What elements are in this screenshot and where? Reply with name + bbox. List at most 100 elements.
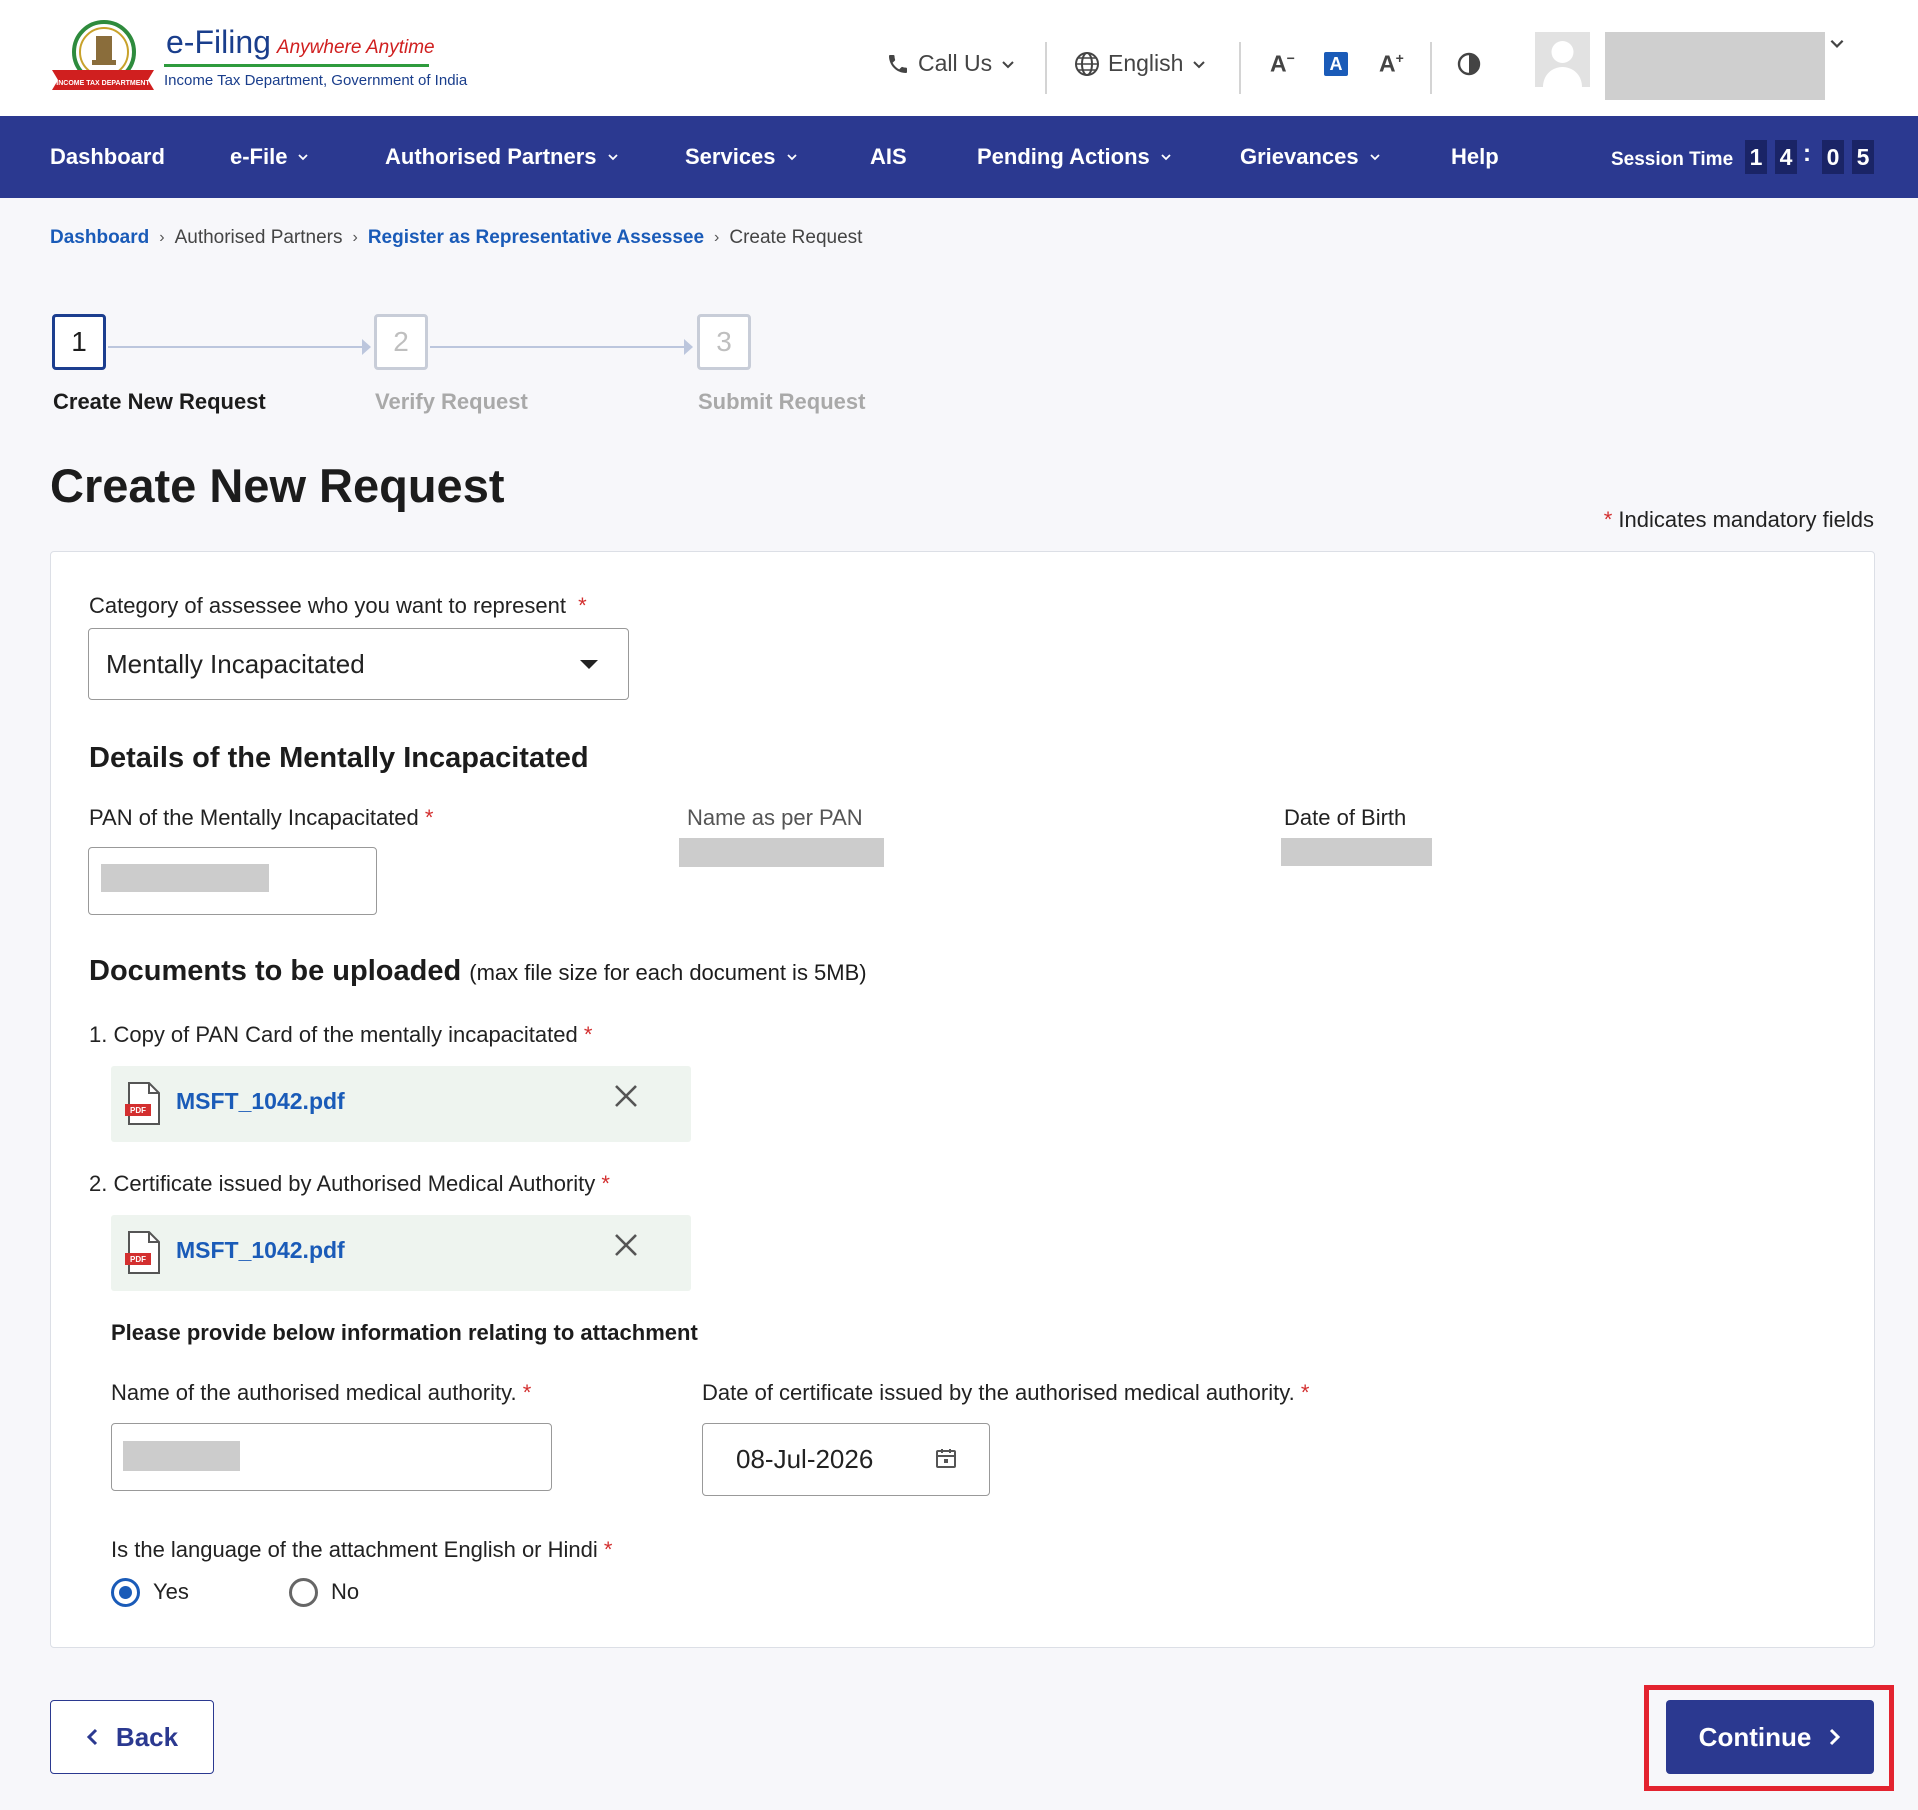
language-no-label[interactable]: No — [331, 1579, 359, 1605]
documents-heading: Documents to be uploaded (max file size … — [89, 955, 867, 988]
close-icon[interactable] — [611, 1230, 641, 1260]
efiling-logo[interactable]: INCOME TAX DEPARTMENT e-Filing Anywhere A… — [48, 16, 467, 96]
continue-button-label: Continue — [1698, 1721, 1812, 1752]
attachment-info-heading: Please provide below information relatin… — [111, 1320, 698, 1345]
step-1-label: Create New Request — [53, 389, 266, 414]
step-arrow-icon — [684, 339, 693, 355]
chevron-left-icon — [86, 1728, 97, 1746]
nav-authorised-partners[interactable]: Authorised Partners — [385, 144, 619, 170]
cert-date-value: 08-Jul-2026 — [736, 1444, 874, 1474]
continue-button[interactable]: Continue — [1666, 1700, 1874, 1774]
font-normal-button[interactable]: A — [1324, 52, 1348, 76]
emblem-ribbon-text: INCOME TAX DEPARTMENT — [56, 80, 150, 87]
user-name-redacted[interactable] — [1605, 32, 1825, 100]
category-label-text: Category of assessee who you want to rep… — [89, 593, 566, 618]
pdf-badge-text: PDF — [130, 1106, 146, 1115]
doc1-file-link[interactable]: MSFT_1042.pdf — [176, 1088, 345, 1115]
back-button-label: Back — [115, 1721, 179, 1752]
doc1-uploaded-file: PDF MSFT_1042.pdf — [111, 1066, 691, 1142]
chevron-down-icon[interactable] — [1828, 34, 1846, 52]
step-arrow-icon — [362, 339, 371, 355]
breadcrumb: Dashboard › Authorised Partners › Regist… — [50, 227, 862, 249]
nav-label: e-File — [230, 144, 288, 169]
breadcrumb-separator-icon: › — [352, 229, 358, 246]
page-title: Create New Request — [50, 459, 505, 512]
nav-help[interactable]: Help — [1451, 144, 1499, 170]
step-connector — [108, 346, 364, 348]
toolbar-divider — [1430, 42, 1432, 94]
authority-label-text: Name of the authorised medical authority… — [111, 1380, 517, 1405]
step-3-label: Submit Request — [698, 389, 866, 414]
language-yes-label[interactable]: Yes — [153, 1579, 189, 1605]
dob-redacted — [1281, 838, 1432, 866]
pan-input[interactable] — [88, 847, 377, 915]
nav-label: AIS — [870, 144, 907, 169]
dob-label: Date of Birth — [1284, 805, 1407, 830]
language-no-radio[interactable] — [289, 1578, 318, 1607]
doc2-file-link[interactable]: MSFT_1042.pdf — [176, 1237, 345, 1264]
contrast-icon[interactable] — [1457, 52, 1481, 76]
breadcrumb-register-representative[interactable]: Register as Representative Assessee — [368, 227, 704, 249]
avatar[interactable] — [1535, 32, 1590, 87]
top-header: INCOME TAX DEPARTMENT e-Filing Anywhere A… — [0, 0, 1918, 116]
calendar-icon[interactable] — [934, 1446, 958, 1470]
font-increase-button[interactable]: A+ — [1379, 50, 1404, 78]
call-us-label: Call Us — [918, 50, 993, 76]
breadcrumb-dashboard[interactable]: Dashboard — [50, 227, 149, 249]
font-decrease-label: A — [1270, 50, 1287, 77]
step-connector — [430, 346, 686, 348]
name-as-per-pan-label: Name as per PAN — [687, 805, 863, 830]
pan-label: PAN of the Mentally Incapacitated * — [89, 805, 433, 831]
caret-down-icon — [580, 660, 598, 669]
nav-label: Pending Actions — [977, 144, 1150, 169]
chevron-down-icon — [607, 154, 618, 161]
font-increase-label: A — [1379, 50, 1396, 77]
cert-date-label-text: Date of certificate issued by the author… — [702, 1380, 1295, 1405]
required-mark: * — [578, 593, 587, 618]
breadcrumb-separator-icon: › — [159, 229, 165, 246]
call-us-button[interactable]: Call Us — [886, 50, 1016, 77]
required-mark: * — [424, 805, 434, 830]
nav-efile[interactable]: e-File — [230, 144, 309, 170]
category-select[interactable]: Mentally Incapacitated — [88, 628, 629, 700]
chevron-down-icon — [1193, 60, 1206, 68]
nav-grievances[interactable]: Grievances — [1240, 144, 1381, 170]
nav-ais[interactable]: AIS — [870, 144, 907, 170]
pdf-badge-text: PDF — [130, 1255, 146, 1264]
close-icon[interactable] — [611, 1081, 641, 1111]
toolbar-divider — [1045, 42, 1047, 94]
mandatory-note: * Indicates mandatory fields — [1604, 507, 1874, 533]
required-mark: * — [601, 1171, 610, 1196]
required-mark: * — [1300, 1380, 1310, 1405]
user-icon — [1543, 41, 1582, 87]
breadcrumb-create-request: Create Request — [729, 227, 863, 248]
authority-name-input[interactable] — [111, 1423, 552, 1491]
documents-heading-text: Documents to be uploaded — [89, 955, 462, 987]
language-yes-radio[interactable] — [111, 1578, 140, 1607]
nav-pending-actions[interactable]: Pending Actions — [977, 144, 1172, 170]
logo-subtitle: Income Tax Department, Government of Ind… — [164, 72, 468, 89]
session-digit: 4 — [1775, 140, 1797, 174]
back-button[interactable]: Back — [50, 1700, 214, 1774]
nav-label: Grievances — [1240, 144, 1359, 169]
chevron-down-icon — [298, 154, 309, 161]
required-mark: * — [522, 1380, 532, 1405]
breadcrumb-authorised-partners: Authorised Partners — [174, 227, 343, 248]
session-digit: 1 — [1745, 140, 1767, 174]
logo-tagline: Anywhere Anytime — [276, 37, 435, 58]
category-label: Category of assessee who you want to rep… — [89, 593, 587, 619]
nav-dashboard[interactable]: Dashboard — [50, 144, 165, 170]
language-selector[interactable]: English — [1074, 50, 1207, 77]
mandatory-note-text: Indicates mandatory fields — [1618, 507, 1874, 532]
nav-services[interactable]: Services — [685, 144, 798, 170]
emblem-icon: INCOME TAX DEPARTMENT — [52, 20, 154, 90]
doc2-uploaded-file: PDF MSFT_1042.pdf — [111, 1215, 691, 1291]
nav-label: Dashboard — [50, 144, 165, 169]
chevron-down-icon — [1161, 154, 1171, 161]
nav-label: Help — [1451, 144, 1499, 169]
session-time-label: Session Time — [1611, 149, 1734, 170]
chevron-right-icon — [1830, 1728, 1841, 1746]
chevron-down-icon — [1002, 60, 1014, 68]
cert-date-input[interactable]: 08-Jul-2026 — [702, 1423, 990, 1496]
font-decrease-button[interactable]: A− — [1270, 50, 1295, 78]
